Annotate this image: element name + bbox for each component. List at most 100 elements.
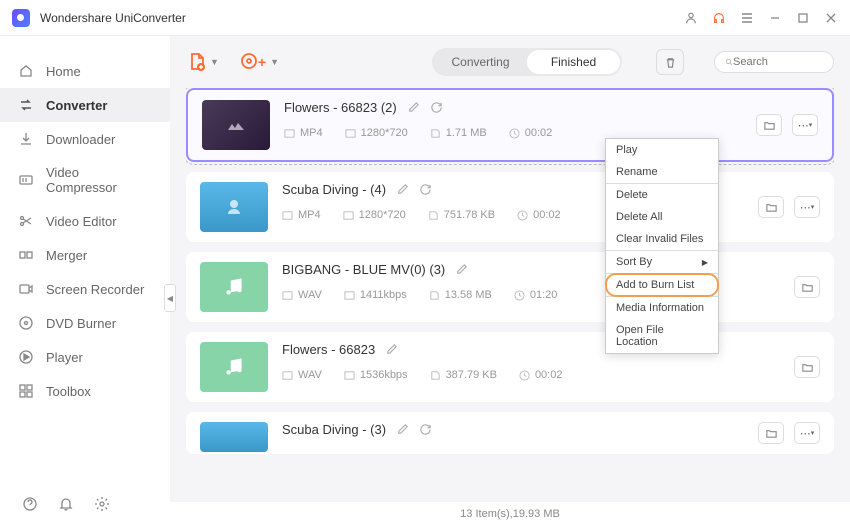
titlebar: Wondershare UniConverter — [0, 0, 850, 36]
home-icon — [18, 63, 34, 79]
ctx-open-location[interactable]: Open File Location — [606, 319, 718, 353]
sidebar-item-dvd[interactable]: DVD Burner — [0, 306, 170, 340]
size-meta: 13.58 MB — [429, 289, 492, 301]
compressor-icon — [18, 172, 34, 188]
more-button[interactable]: ⋯ ▾ — [794, 196, 820, 218]
sidebar-item-recorder[interactable]: Screen Recorder — [0, 272, 170, 306]
duration-meta: 00:02 — [517, 209, 561, 221]
edit-icon[interactable] — [455, 263, 468, 276]
search-icon — [725, 56, 733, 68]
folder-button[interactable] — [756, 114, 782, 136]
file-row[interactable]: Scuba Diving - (4) MP4 1280*720 751.78 K… — [186, 172, 834, 242]
sidebar-item-merger[interactable]: Merger — [0, 238, 170, 272]
add-disc-button[interactable]: + ▼ — [239, 51, 279, 73]
file-title: Flowers - 66823 (2) — [284, 100, 397, 115]
headset-icon[interactable] — [712, 11, 726, 25]
more-button[interactable]: ⋯ ▾ — [794, 422, 820, 444]
close-icon[interactable] — [824, 11, 838, 25]
sidebar-item-downloader[interactable]: Downloader — [0, 122, 170, 156]
ctx-media-info[interactable]: Media Information — [606, 297, 718, 319]
status-bar: 13 Item(s),19.93 MB — [170, 502, 850, 526]
sidebar-item-compressor[interactable]: Video Compressor — [0, 156, 170, 204]
refresh-icon[interactable] — [430, 101, 443, 114]
refresh-icon[interactable] — [419, 423, 432, 436]
sidebar-item-converter[interactable]: Converter — [0, 88, 170, 122]
collapse-handle[interactable]: ◀ — [164, 284, 176, 312]
bell-icon[interactable] — [58, 496, 74, 512]
context-menu: Play Rename Delete Delete All Clear Inva… — [605, 138, 719, 354]
sidebar-item-label: Merger — [46, 248, 87, 263]
folder-button[interactable] — [758, 422, 784, 444]
toolbox-icon — [18, 383, 34, 399]
size-meta: 751.78 KB — [428, 209, 495, 221]
chevron-right-icon: ▶ — [702, 258, 708, 267]
folder-button[interactable] — [794, 356, 820, 378]
sidebar-item-label: DVD Burner — [46, 316, 116, 331]
content-area: ▼ + ▼ Converting Finished — [170, 36, 850, 526]
refresh-icon[interactable] — [419, 183, 432, 196]
sidebar-item-label: Home — [46, 64, 81, 79]
ctx-clear-invalid[interactable]: Clear Invalid Files — [606, 228, 718, 250]
file-row[interactable]: Flowers - 66823 (2) MP4 1280*720 1.71 MB… — [186, 88, 834, 162]
ctx-rename[interactable]: Rename — [606, 161, 718, 183]
format-meta: MP4 — [282, 209, 321, 221]
trash-button[interactable] — [656, 49, 684, 75]
ctx-delete[interactable]: Delete — [606, 184, 718, 206]
edit-icon[interactable] — [396, 183, 409, 196]
sidebar: Home Converter Downloader Video Compress… — [0, 36, 170, 526]
menu-icon[interactable] — [740, 11, 754, 25]
format-meta: MP4 — [284, 127, 323, 139]
sidebar-item-label: Player — [46, 350, 83, 365]
ctx-sort-by[interactable]: Sort By▶ — [606, 251, 718, 273]
edit-icon[interactable] — [385, 343, 398, 356]
chevron-down-icon: ▼ — [210, 57, 219, 67]
file-title: BIGBANG - BLUE MV(0) (3) — [282, 262, 445, 277]
dvd-icon — [18, 315, 34, 331]
folder-button[interactable] — [794, 276, 820, 298]
sidebar-item-label: Toolbox — [46, 384, 91, 399]
edit-icon[interactable] — [407, 101, 420, 114]
file-row[interactable]: Scuba Diving - (3) ⋯ ▾ — [186, 412, 834, 454]
thumbnail — [200, 262, 268, 312]
ctx-play[interactable]: Play — [606, 139, 718, 161]
sidebar-item-label: Downloader — [46, 132, 115, 147]
ctx-add-burn[interactable]: Add to Burn List — [606, 274, 718, 296]
file-row[interactable]: Flowers - 66823 WAV 1536kbps 387.79 KB 0… — [186, 332, 834, 402]
duration-meta: 01:20 — [514, 289, 558, 301]
sidebar-item-toolbox[interactable]: Toolbox — [0, 374, 170, 408]
file-title: Flowers - 66823 — [282, 342, 375, 357]
sidebar-item-editor[interactable]: Video Editor — [0, 204, 170, 238]
sidebar-item-label: Video Compressor — [46, 165, 152, 195]
folder-button[interactable] — [758, 196, 784, 218]
duration-meta: 00:02 — [509, 127, 553, 139]
tab-finished[interactable]: Finished — [527, 50, 620, 74]
file-list: Flowers - 66823 (2) MP4 1280*720 1.71 MB… — [186, 88, 834, 502]
sidebar-item-player[interactable]: Player — [0, 340, 170, 374]
help-icon[interactable] — [22, 496, 38, 512]
user-icon[interactable] — [684, 11, 698, 25]
tab-converting[interactable]: Converting — [434, 50, 527, 74]
search-input[interactable] — [733, 56, 823, 68]
recorder-icon — [18, 281, 34, 297]
thumbnail — [200, 182, 268, 232]
player-icon — [18, 349, 34, 365]
resolution-meta: 1411kbps — [344, 289, 407, 301]
app-title: Wondershare UniConverter — [40, 11, 186, 25]
file-row[interactable]: BIGBANG - BLUE MV(0) (3) WAV 1411kbps 13… — [186, 252, 834, 322]
edit-icon[interactable] — [396, 423, 409, 436]
size-meta: 387.79 KB — [430, 369, 497, 381]
resolution-meta: 1280*720 — [345, 127, 408, 139]
maximize-icon[interactable] — [796, 11, 810, 25]
resolution-meta: 1280*720 — [343, 209, 406, 221]
sidebar-item-label: Video Editor — [46, 214, 117, 229]
search-box[interactable] — [714, 51, 834, 73]
sidebar-item-home[interactable]: Home — [0, 54, 170, 88]
ctx-delete-all[interactable]: Delete All — [606, 206, 718, 228]
settings-icon[interactable] — [94, 496, 110, 512]
format-meta: WAV — [282, 289, 322, 301]
minimize-icon[interactable] — [768, 11, 782, 25]
more-button[interactable]: ⋯ ▾ — [792, 114, 818, 136]
scissors-icon — [18, 213, 34, 229]
add-file-button[interactable]: ▼ — [186, 51, 219, 73]
converter-icon — [18, 97, 34, 113]
